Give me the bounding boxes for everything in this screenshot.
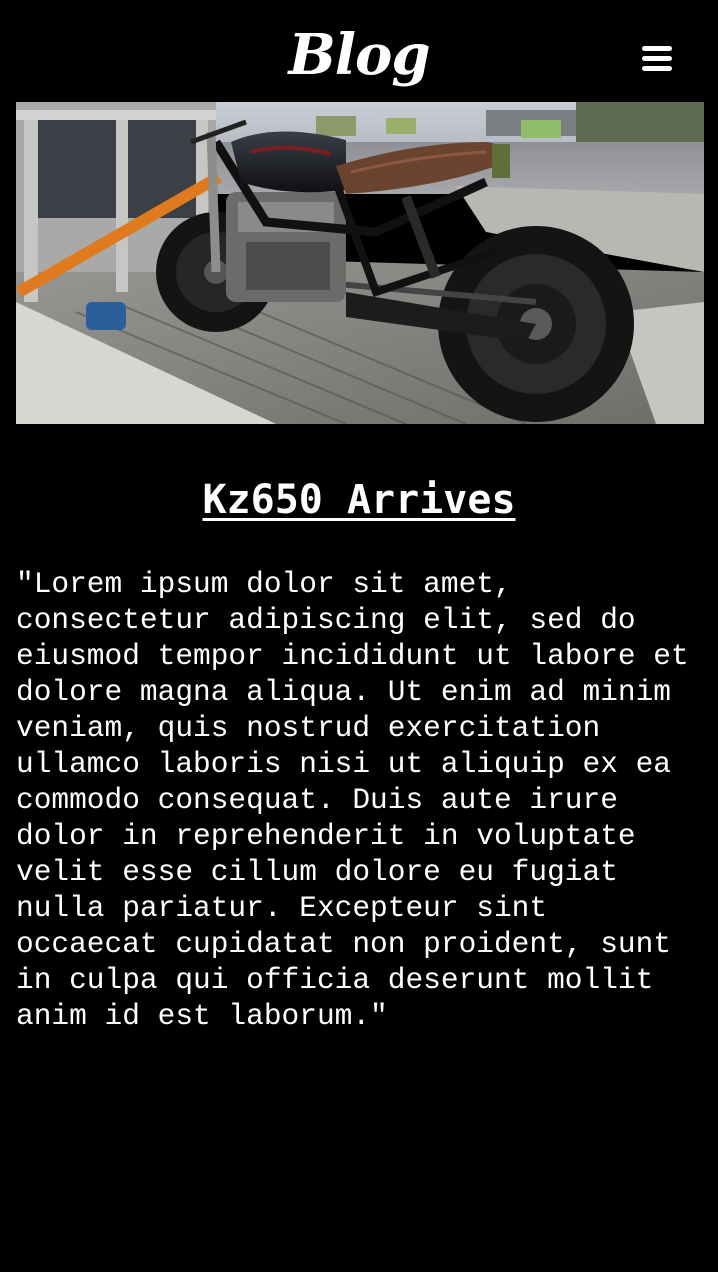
post-hero-image xyxy=(16,102,704,424)
post-title[interactable]: Kz650 Arrives xyxy=(0,474,718,526)
menu-button[interactable] xyxy=(636,40,678,80)
hamburger-menu-icon xyxy=(642,46,672,71)
site-header: Blog xyxy=(0,0,718,102)
brand-logo[interactable]: Blog xyxy=(0,22,718,88)
post-body-text: "Lorem ipsum dolor sit amet, consectetur… xyxy=(16,567,689,1033)
